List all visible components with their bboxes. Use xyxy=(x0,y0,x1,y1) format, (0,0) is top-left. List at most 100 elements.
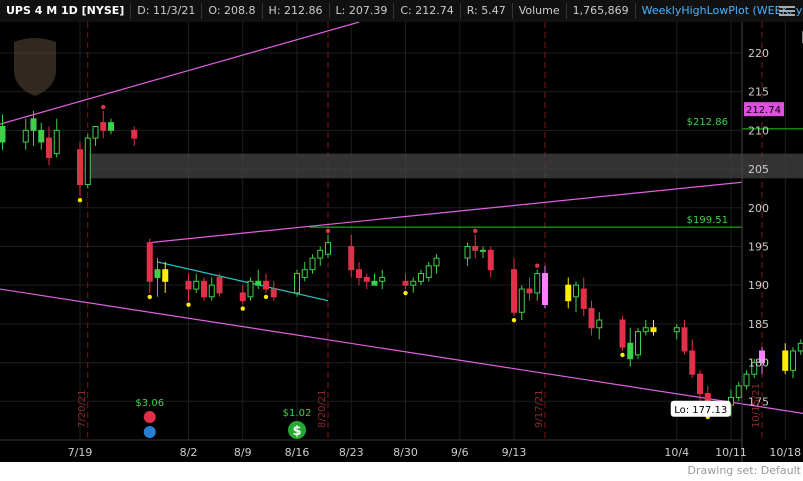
y-tick-label: 215 xyxy=(748,86,769,99)
candle-body xyxy=(681,327,688,352)
resistance-zone xyxy=(87,153,803,179)
candle-body xyxy=(216,276,223,294)
candle-body xyxy=(735,385,742,398)
candle-body xyxy=(363,276,370,282)
pivot-high-dot xyxy=(535,263,540,268)
menu-icon[interactable] xyxy=(779,4,795,16)
volume-label: Volume xyxy=(513,3,567,19)
candle-body xyxy=(627,342,634,360)
y-tick-label: 200 xyxy=(748,202,769,215)
mid-channel-line xyxy=(149,181,743,244)
candle-body xyxy=(782,350,789,371)
candle-body xyxy=(402,280,409,286)
company-logo xyxy=(14,38,56,96)
candle-body xyxy=(309,257,316,271)
candle-body xyxy=(480,249,486,252)
range-readout: R: 5.47 xyxy=(461,3,513,19)
pivot-high-dot xyxy=(101,104,106,110)
x-tick-label: 10/4 xyxy=(664,446,689,459)
candle-body xyxy=(743,373,750,387)
dividend-label: $1.02 xyxy=(283,408,312,419)
pivot-low-dot xyxy=(77,197,83,203)
close-readout: C: 212.74 xyxy=(394,3,461,19)
candle-body xyxy=(472,245,479,251)
pivot-low-dot xyxy=(147,294,152,300)
low-readout: L: 207.39 xyxy=(330,3,395,19)
earnings-bulb-icon xyxy=(143,426,156,438)
x-tick-label: 7/19 xyxy=(68,446,93,459)
x-tick-label: 8/2 xyxy=(180,446,198,459)
price-level-label: $199.51 xyxy=(687,215,728,226)
candle-body xyxy=(92,126,99,139)
candle-body xyxy=(526,288,533,294)
candle-body xyxy=(418,273,424,282)
date-readout: D: 11/3/21 xyxy=(131,3,203,19)
candle-body xyxy=(348,245,355,271)
pivot-low-dot xyxy=(240,306,245,311)
y-tick-label: 205 xyxy=(748,163,769,176)
symbol-label[interactable]: UPS 4 M 1D [NYSE] xyxy=(0,3,132,19)
grid xyxy=(0,22,786,440)
candle-body xyxy=(317,249,324,259)
pivot-low-dot xyxy=(186,302,191,307)
x-tick-label: 9/6 xyxy=(451,446,469,459)
candle-body xyxy=(518,288,525,313)
candle-body xyxy=(371,280,378,286)
y-tick-label: 190 xyxy=(748,279,769,292)
pivot-low-dot xyxy=(263,294,269,300)
candle-body xyxy=(619,319,626,348)
candle-body xyxy=(573,284,579,298)
x-tick-label: 10/11 xyxy=(715,446,747,459)
logo-shield xyxy=(14,38,56,96)
candle-body xyxy=(255,280,262,286)
candle-body xyxy=(797,342,803,352)
status-bar: Drawing set: Default xyxy=(0,462,803,481)
candle-body xyxy=(301,269,308,278)
candle-body xyxy=(108,122,114,131)
x-tick-label: 8/23 xyxy=(339,446,364,459)
candle-body xyxy=(131,129,138,139)
candle-body xyxy=(46,137,52,158)
candle-body xyxy=(487,249,494,271)
current-price-label: 212.74 xyxy=(746,105,781,116)
candle-body xyxy=(247,280,254,298)
candle-body xyxy=(588,307,595,329)
expiry-marker-label: 8/20/21 xyxy=(317,389,328,428)
expiry-marker-label: 10/15/21 xyxy=(751,383,762,428)
y-tick-label: 220 xyxy=(748,47,769,60)
candle-body xyxy=(270,288,277,298)
low-bubble-label: Lo: 177.13 xyxy=(674,405,727,416)
candle-body xyxy=(263,280,269,290)
candle-body xyxy=(294,273,300,294)
candle-body xyxy=(22,129,29,143)
drawing-set-label[interactable]: Drawing set: Default xyxy=(688,464,801,477)
pivot-high-dot xyxy=(473,228,478,234)
candle-body xyxy=(38,129,45,143)
candle-body xyxy=(77,149,83,186)
chart-header: UPS 4 M 1D [NYSE] D: 11/3/21 O: 208.8 H:… xyxy=(0,0,803,22)
x-tick-label: 9/13 xyxy=(502,446,527,459)
pivot-low-dot xyxy=(620,352,625,358)
candle-body xyxy=(650,327,657,333)
x-tick-label: 10/18 xyxy=(769,446,801,459)
candle-body xyxy=(239,292,246,302)
pivot-high-dot xyxy=(325,228,331,234)
price-axis: 1751801851901952002052102152207/19 8/2 8/9… xyxy=(0,22,801,462)
candle-body xyxy=(433,257,440,267)
annotations: 7/20/218/20/219/17/2110/15/2111/19/21$21… xyxy=(14,30,803,439)
candle-body xyxy=(379,276,386,282)
x-tick-label: 8/16 xyxy=(285,446,310,459)
y-tick-label: 180 xyxy=(748,357,769,370)
candle-body xyxy=(689,350,696,375)
volume-readout: 1,765,869 xyxy=(567,3,636,19)
candle-body xyxy=(146,242,153,282)
candle-body xyxy=(635,331,641,356)
study-label[interactable]: WeeklyHighLowPlot (WEEK, yes) xyxy=(636,3,803,19)
candle-body xyxy=(596,319,603,329)
candle-body xyxy=(208,284,215,298)
candles xyxy=(0,104,803,420)
price-chart[interactable]: 1751801851901952002052102152207/19 8/2 8/9… xyxy=(0,22,803,462)
lower-channel-line xyxy=(0,288,803,414)
candle-body xyxy=(697,373,703,395)
y-tick-label: 195 xyxy=(748,240,769,253)
